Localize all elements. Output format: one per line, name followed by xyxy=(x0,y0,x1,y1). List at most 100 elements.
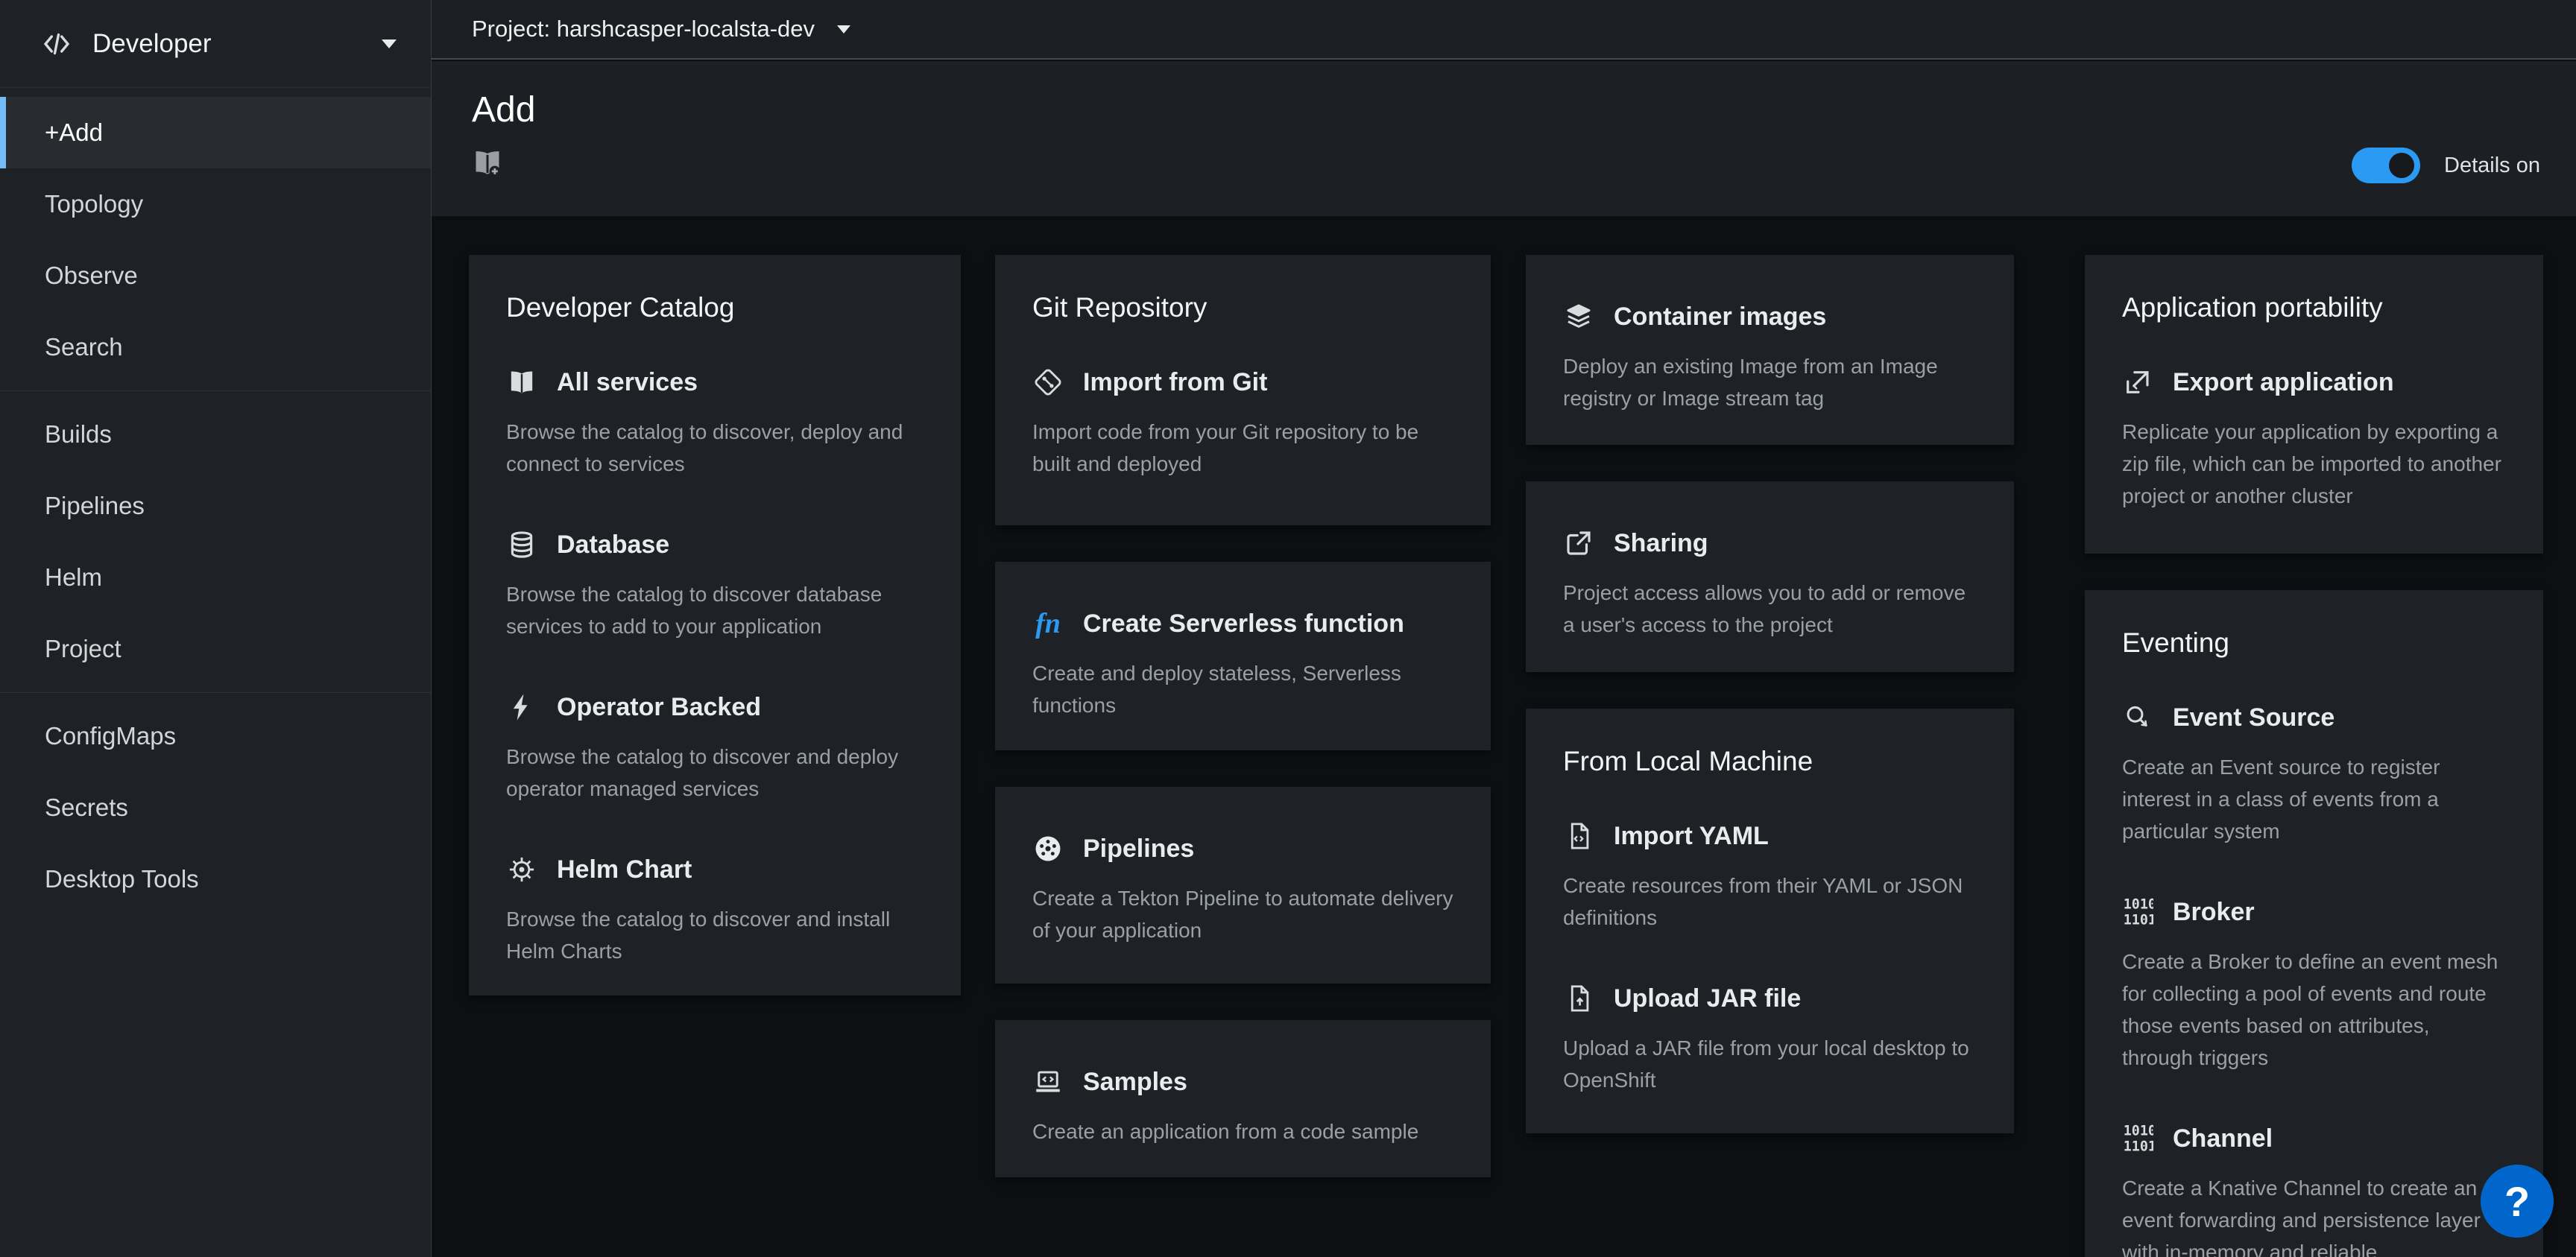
git-icon xyxy=(1032,367,1064,398)
sidebar-item-configmaps[interactable]: ConfigMaps xyxy=(0,700,431,772)
item-description: Create resources from their YAML or JSON… xyxy=(1563,870,1977,934)
item-description: Create a Knative Channel to create an ev… xyxy=(2122,1172,2506,1257)
card-column-4: Application portabilityExport applicatio… xyxy=(2085,255,2543,1257)
sidebar-item-project[interactable]: Project xyxy=(0,613,431,685)
item-head: Upload JAR file xyxy=(1563,983,1977,1014)
sidebar-item-topology[interactable]: Topology xyxy=(0,168,431,240)
perspective-switcher[interactable]: Developer xyxy=(0,0,431,88)
item-description: Browse the catalog to discover and insta… xyxy=(506,903,924,967)
item-description: Create a Broker to define an event mesh … xyxy=(2122,946,2506,1074)
item-title: Import YAML xyxy=(1614,822,1769,851)
item-title: Sharing xyxy=(1614,529,1708,558)
item-head: Export application xyxy=(2122,367,2506,398)
nav-divider xyxy=(0,692,431,693)
catalog-item-create-serverless-function[interactable]: fn Create Serverless function Create and d… xyxy=(1032,608,1453,721)
svg-text:1101: 1101 xyxy=(2124,1139,2153,1154)
project-switcher[interactable]: Project: harshcasper-localsta-dev xyxy=(472,16,850,42)
catalog-item-broker[interactable]: 10101101 Broker Create a Broker to define … xyxy=(2122,896,2506,1074)
card-samples: SamplesCreate an application from a code… xyxy=(995,1020,1491,1177)
catalog-item-export-application[interactable]: Export application Replicate your applica… xyxy=(2122,367,2506,512)
catalog-item-samples[interactable]: SamplesCreate an application from a code… xyxy=(1032,1066,1453,1147)
sidebar-item-builds[interactable]: Builds xyxy=(0,399,431,470)
item-title: All services xyxy=(557,368,698,397)
catalog-item-pipelines[interactable]: Pipelines Create a Tekton Pipeline to aut… xyxy=(1032,833,1453,946)
help-button[interactable]: ? xyxy=(2481,1165,2554,1238)
sidebar-item-add[interactable]: +Add xyxy=(0,97,431,168)
chevron-down-icon xyxy=(382,39,397,48)
question-icon: ? xyxy=(2504,1177,2530,1226)
item-head: Database xyxy=(506,529,924,560)
item-title: Operator Backed xyxy=(557,693,761,722)
item-title: Export application xyxy=(2173,368,2394,397)
card-container-images: Container imagesDeploy an existing Image… xyxy=(1526,255,2014,445)
page-header: Add Details on xyxy=(432,61,2576,216)
card-title: Developer Catalog xyxy=(506,292,924,323)
nav-divider xyxy=(0,390,431,391)
sidebar-item-secrets[interactable]: Secrets xyxy=(0,772,431,843)
sidebar-nav-list: +AddTopologyObserveSearch BuildsPipelines… xyxy=(0,88,431,915)
sidebar-item-observe[interactable]: Observe xyxy=(0,240,431,311)
catalog-item-container-images[interactable]: Container imagesDeploy an existing Image… xyxy=(1563,301,1977,414)
card-git-repository: Git Repository Import from Git Import code… xyxy=(995,255,1491,525)
item-description: Create and deploy stateless, Serverless … xyxy=(1032,657,1453,721)
broker-icon: 10101101 xyxy=(2122,896,2153,928)
add-page-canvas: Developer Catalog All services Browse the … xyxy=(432,216,2576,1257)
item-description: Create an Event source to register inter… xyxy=(2122,751,2506,847)
chevron-down-icon xyxy=(837,25,850,34)
sidebar-item-search[interactable]: Search xyxy=(0,311,431,383)
card-title: From Local Machine xyxy=(1563,746,1977,777)
catalog-item-import-yaml[interactable]: Import YAML Create resources from their Y… xyxy=(1563,820,1977,934)
item-title: Helm Chart xyxy=(557,855,692,884)
item-head: fn Create Serverless function xyxy=(1032,608,1453,639)
card-application-portability: Application portabilityExport applicatio… xyxy=(2085,255,2543,554)
layers-icon xyxy=(1563,301,1594,332)
catalog-item-sharing[interactable]: Sharing Project access allows you to add … xyxy=(1563,528,1977,641)
item-head: Operator Backed xyxy=(506,691,924,723)
item-head: Import YAML xyxy=(1563,820,1977,852)
catalog-item-all-services[interactable]: All services Browse the catalog to discov… xyxy=(506,367,924,480)
perspective-label: Developer xyxy=(92,29,212,59)
catalog-item-database[interactable]: Database Browse the catalog to discover d… xyxy=(506,529,924,642)
openshift-console-add-page: { "masthead": { "project_label": "Projec… xyxy=(0,0,2576,1257)
item-description: Import code from your Git repository to … xyxy=(1032,416,1453,480)
catalog-item-helm-chart[interactable]: Helm Chart Browse the catalog to discover… xyxy=(506,854,924,967)
masthead: Project: harshcasper-localsta-dev xyxy=(432,0,2576,60)
catalog-item-operator-backed[interactable]: Operator BackedBrowse the catalog to dis… xyxy=(506,691,924,805)
sidebar-nav: Developer +AddTopologyObserveSearch Build… xyxy=(0,0,432,1257)
catalog-item-channel[interactable]: 10101101ChannelCreate a Knative Channel … xyxy=(2122,1123,2506,1257)
catalog-item-import-from-git[interactable]: Import from Git Import code from your Git… xyxy=(1032,367,1453,480)
item-head: Helm Chart xyxy=(506,854,924,885)
item-description: Create a Tekton Pipeline to automate del… xyxy=(1032,882,1453,946)
item-description: Replicate your application by exporting … xyxy=(2122,416,2506,512)
item-head: Event Source xyxy=(2122,702,2506,733)
item-title: Database xyxy=(557,531,669,560)
item-description: Browse the catalog to discover, deploy a… xyxy=(506,416,924,480)
fn-icon: fn xyxy=(1032,608,1064,639)
sidebar-item-pipelines[interactable]: Pipelines xyxy=(0,470,431,542)
item-description: Deploy an existing Image from an Image r… xyxy=(1563,350,1977,414)
sidebar-item-helm[interactable]: Helm xyxy=(0,542,431,613)
bolt-icon xyxy=(506,691,537,723)
item-description: Browse the catalog to discover database … xyxy=(506,578,924,642)
card-developer-catalog: Developer Catalog All services Browse the … xyxy=(469,255,961,995)
item-title: Broker xyxy=(2173,898,2255,927)
catalog-item-event-source[interactable]: Event Source Create an Event source to re… xyxy=(2122,702,2506,847)
item-head: Sharing xyxy=(1563,528,1977,559)
item-description: Project access allows you to add or remo… xyxy=(1563,577,1977,641)
page-title: Add xyxy=(472,89,535,130)
item-head: Samples xyxy=(1032,1066,1453,1098)
item-head: Import from Git xyxy=(1032,367,1453,398)
sidebar-item-desktop-tools[interactable]: Desktop Tools xyxy=(0,843,431,915)
event-source-icon xyxy=(2122,702,2153,733)
card-title: Git Repository xyxy=(1032,292,1453,323)
item-title: Create Serverless function xyxy=(1083,609,1404,639)
upload-jar-icon xyxy=(1563,983,1594,1014)
item-title: Event Source xyxy=(2173,703,2334,732)
details-toggle-label: Details on xyxy=(2444,153,2540,178)
code-icon xyxy=(42,29,72,59)
details-switch[interactable] xyxy=(2352,148,2420,183)
item-title: Pipelines xyxy=(1083,835,1194,864)
card-column-3: Container imagesDeploy an existing Image… xyxy=(1526,255,2014,1170)
catalog-item-upload-jar-file[interactable]: Upload JAR fileUpload a JAR file from yo… xyxy=(1563,983,1977,1096)
book-plus-icon[interactable] xyxy=(472,148,503,179)
